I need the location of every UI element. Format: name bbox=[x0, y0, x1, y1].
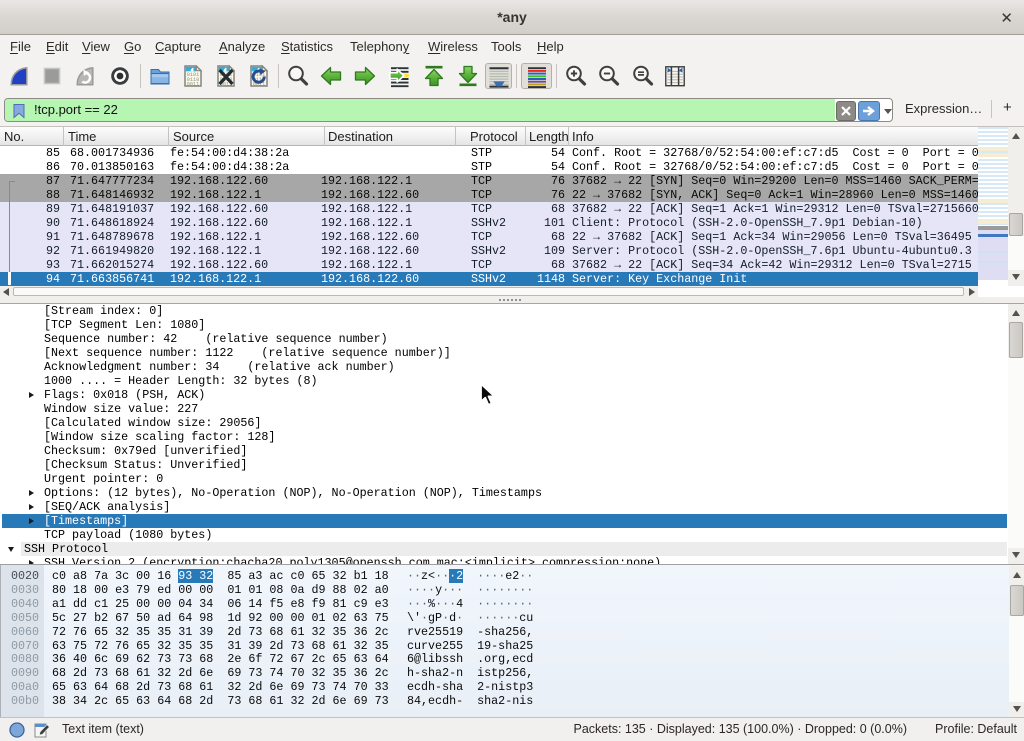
svg-text:0011: 0011 bbox=[187, 81, 199, 87]
